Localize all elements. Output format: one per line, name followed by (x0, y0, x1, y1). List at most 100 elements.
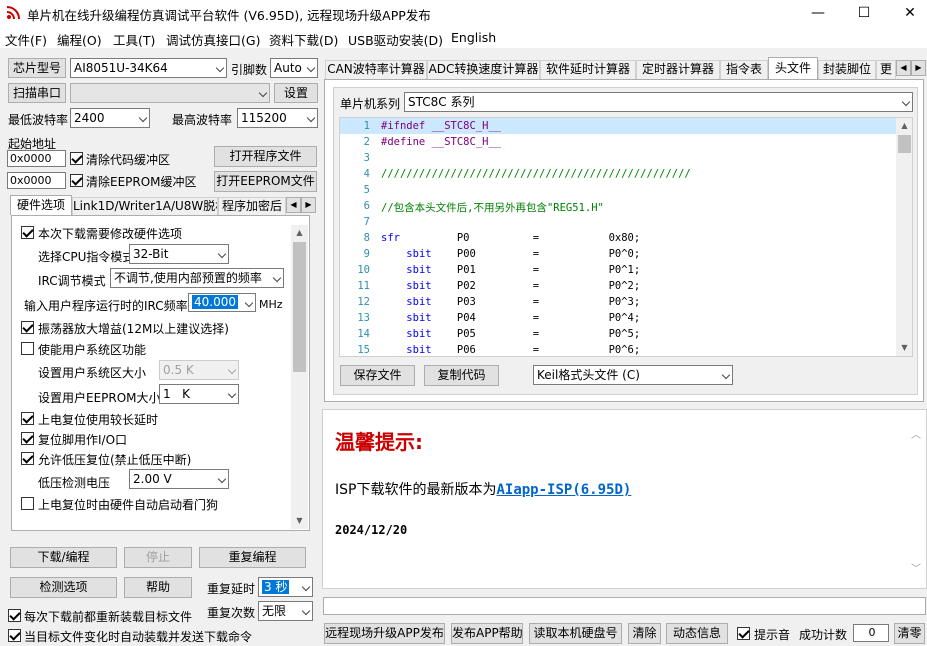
format-select[interactable]: Keil格式头文件 (C) (533, 365, 733, 385)
tab-package-pins[interactable]: 封装脚位 (818, 60, 876, 79)
osc-gain-checkbox[interactable] (21, 321, 34, 334)
repeat-count-select[interactable]: 无限 (258, 601, 313, 621)
tab-adc-speed[interactable]: ADC转换速度计算器 (427, 60, 540, 79)
close-button[interactable]: ✕ (887, 0, 927, 26)
line-number: 4 (363, 168, 370, 180)
right-tab-scroll-left-button[interactable]: ◀ (896, 60, 911, 76)
watchdog-label: 上电复位时由硬件自动启动看门狗 (38, 498, 219, 512)
line-text: sbit P06 = P0^6; (406, 344, 641, 356)
tab-hardware-options[interactable]: 硬件选项 (10, 195, 72, 215)
stop-button[interactable]: 停止 (124, 547, 192, 568)
tab-scroll-right-button[interactable]: ▶ (301, 197, 316, 213)
maximize-button[interactable]: ☐ (841, 0, 887, 26)
max-baud-select[interactable]: 115200 (237, 108, 318, 128)
sound-checkbox[interactable] (737, 627, 750, 640)
chip-model-select[interactable]: AI8051U-34K64 (70, 58, 227, 78)
eeprom-size-select[interactable]: 1 K (159, 384, 239, 404)
scrollbar-thumb[interactable] (293, 242, 306, 372)
long-delay-checkbox[interactable] (21, 412, 34, 425)
save-file-button[interactable]: 保存文件 (340, 365, 415, 386)
clear-button[interactable]: 清除 (628, 623, 661, 644)
read-disk-button[interactable]: 读取本机硬盘号 (529, 623, 622, 644)
tab-timer-calc[interactable]: 定时器计算器 (636, 60, 720, 79)
user-system-checkbox[interactable] (21, 342, 34, 355)
menu-program[interactable]: 编程(O) (57, 30, 102, 49)
low-voltage-select[interactable]: 2.00 V (129, 469, 229, 489)
tip-text-row: ISP下载软件的最新版本为AIapp-ISP(6.95D) (335, 479, 631, 499)
watchdog-checkbox[interactable] (21, 497, 34, 510)
dynamic-info-button[interactable]: 动态信息 (666, 623, 728, 644)
chevron-down-icon (721, 370, 731, 380)
code-line: 4 ///////////////////////////////////////… (340, 166, 900, 182)
menu-download[interactable]: 资料下载(D) (269, 30, 338, 49)
eeprom-address-input[interactable]: 0x0000 (7, 172, 66, 189)
tip-link[interactable]: AIapp-ISP(6.95D) (496, 482, 631, 498)
min-baud-select[interactable]: 2400 (70, 108, 150, 128)
tab-scroll-left-button[interactable]: ◀ (286, 197, 301, 213)
reload-before-checkbox[interactable] (8, 609, 21, 622)
reprogram-button[interactable]: 重复编程 (199, 547, 306, 568)
irc-freq-select[interactable]: 40.000 (188, 293, 256, 312)
open-eeprom-button[interactable]: 打开EEPROM文件 (214, 171, 317, 192)
series-select[interactable]: STC8C 系列 (404, 92, 913, 112)
download-button[interactable]: 下载/编程 (10, 547, 117, 568)
tip-panel: 温馨提示: ISP下载软件的最新版本为AIapp-ISP(6.95D) 2024… (322, 409, 927, 589)
detect-options-button[interactable]: 检测选项 (10, 577, 117, 598)
tab-link1d[interactable]: Link1D/Writer1A/U8W脱机 (72, 197, 218, 215)
open-program-button[interactable]: 打开程序文件 (214, 146, 317, 167)
menu-file[interactable]: 文件(F) (5, 30, 47, 49)
menu-tools[interactable]: 工具(T) (113, 30, 155, 49)
reset-io-checkbox[interactable] (21, 432, 34, 445)
minimize-button[interactable]: — (795, 0, 841, 26)
code-address-input[interactable]: 0x0000 (7, 150, 66, 167)
code-scrollbar[interactable]: ▲ ▼ (896, 118, 912, 356)
line-number: 2 (363, 136, 370, 148)
publish-app-button[interactable]: 远程现场升级APP发布 (324, 623, 445, 644)
line-number: 3 (363, 152, 370, 164)
chevron-down-icon (258, 88, 268, 98)
settings-button[interactable]: 设置 (274, 83, 318, 103)
scan-port-button[interactable]: 扫描串口 (8, 83, 66, 103)
code-line: 6 //包含本头文件后,不用另外再包含"REG51.H" (340, 198, 900, 214)
scroll-up-icon[interactable]: ▲ (896, 118, 912, 134)
need-modify-checkbox[interactable] (21, 226, 34, 239)
chip-model-button[interactable]: 芯片型号 (8, 58, 66, 78)
tab-more[interactable]: 更 (876, 60, 896, 79)
port-select[interactable] (70, 83, 270, 103)
right-tab-scroll-right-button[interactable]: ▶ (911, 60, 926, 76)
irc-mode-select[interactable]: 不调节,使用内部预置的频率 (110, 268, 284, 288)
chip-model-value: AI8051U-34K64 (74, 61, 168, 75)
menu-english[interactable]: English (451, 30, 496, 45)
clear-eeprom-checkbox[interactable] (70, 174, 83, 187)
line-text: ////////////////////////////////////////… (381, 168, 691, 180)
scroll-down-icon[interactable]: ▼ (896, 340, 912, 356)
system-size-select[interactable]: 0.5 K (159, 360, 239, 380)
line-text: sbit P05 = P0^5; (406, 328, 641, 340)
menu-usb[interactable]: USB驱动安装(D) (348, 30, 443, 49)
pins-select[interactable]: Auto (270, 58, 318, 78)
code-editor[interactable]: 1 #ifndef __STC8C_H__ 2 #define __STC8C_H__… (339, 117, 913, 357)
clear-code-checkbox[interactable] (70, 152, 83, 165)
tab-encryption[interactable]: 程序加密后 (218, 197, 286, 215)
tab-header-file[interactable]: 头文件 (768, 57, 818, 79)
publish-help-button[interactable]: 发布APP帮助 (451, 623, 523, 644)
tip-scroll-up-icon[interactable]: ︿ (911, 426, 921, 441)
scrollbar-thumb[interactable] (898, 135, 911, 153)
hardware-scrollbar[interactable]: ▲ ▼ (291, 225, 308, 529)
cpu-mode-select[interactable]: 32-Bit (129, 244, 229, 264)
tab-instruction-table[interactable]: 指令表 (720, 60, 768, 79)
scroll-up-icon[interactable]: ▲ (291, 225, 308, 241)
max-baud-value: 115200 (241, 111, 287, 125)
tab-can-baud[interactable]: CAN波特率计算器 (325, 60, 427, 79)
auto-send-checkbox[interactable] (8, 629, 21, 642)
copy-code-button[interactable]: 复制代码 (424, 365, 499, 386)
clear-count-button[interactable]: 清零 (894, 623, 925, 644)
scroll-down-icon[interactable]: ▼ (291, 513, 308, 529)
tip-scroll-down-icon[interactable]: ﹀ (911, 560, 921, 575)
help-button[interactable]: 帮助 (124, 577, 192, 598)
line-number: 10 (357, 264, 370, 276)
menu-debug[interactable]: 调试仿真接口(G) (166, 30, 260, 49)
lvr-checkbox[interactable] (21, 452, 34, 465)
tab-delay-calc[interactable]: 软件延时计算器 (540, 60, 636, 79)
repeat-delay-select[interactable]: 3 秒 (258, 577, 313, 597)
